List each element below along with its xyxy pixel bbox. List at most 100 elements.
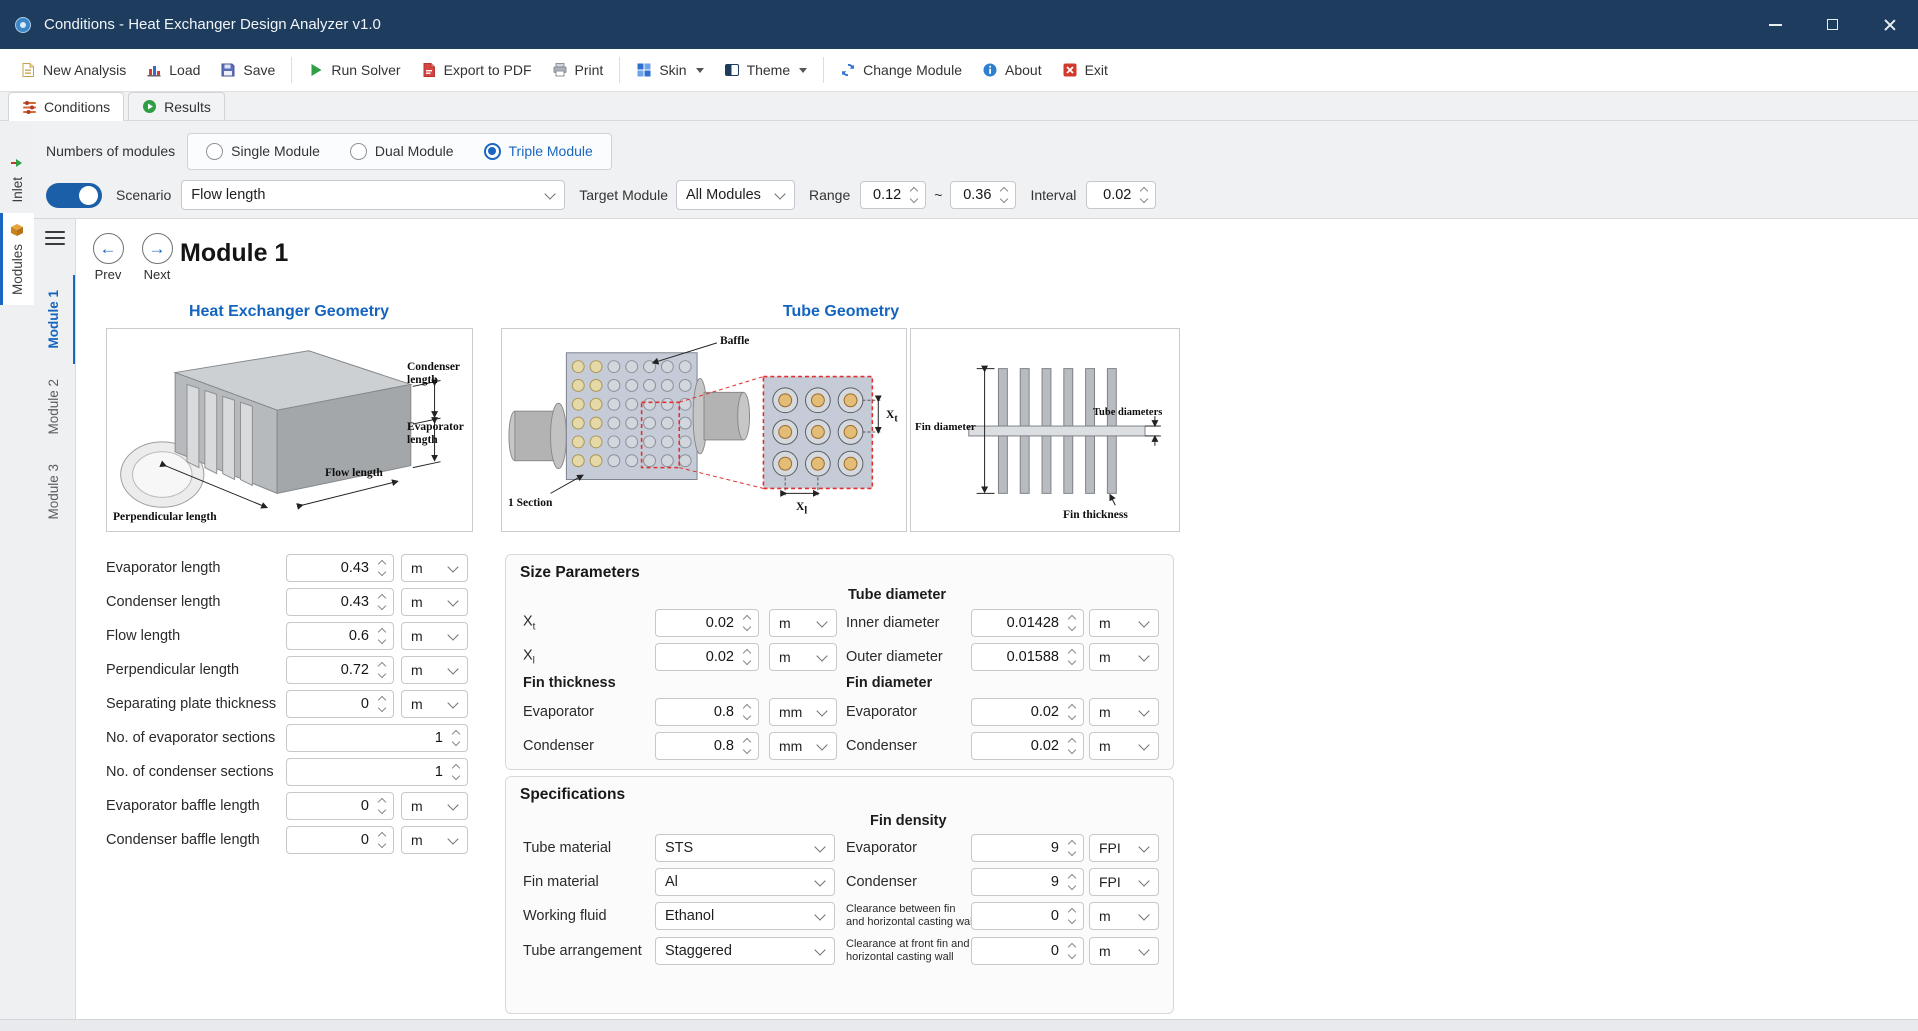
step-up-icon[interactable]	[910, 187, 918, 195]
tab-module-1[interactable]: Module 1	[34, 275, 75, 364]
export-pdf-button[interactable]: Export to PDF	[411, 54, 542, 86]
stepper-arrows[interactable]	[998, 188, 1010, 202]
step-down-icon[interactable]	[378, 602, 386, 610]
tab-results[interactable]: Results	[128, 92, 225, 120]
xt-unit-select[interactable]: m	[769, 609, 837, 637]
fin-diameter-evaporator-unit-select[interactable]: m	[1089, 698, 1159, 726]
load-button[interactable]: Load	[136, 54, 210, 86]
xl-unit-select[interactable]: m	[769, 643, 837, 671]
radio-dual-module[interactable]: Dual Module	[350, 143, 454, 160]
evaporator-baffle-length-unit-select[interactable]: m	[401, 792, 468, 820]
fin-diameter-evaporator-input[interactable]: 0.02	[971, 698, 1084, 726]
step-down-icon[interactable]	[743, 623, 751, 631]
step-down-icon[interactable]	[452, 738, 460, 746]
clearance-between-unit-select[interactable]: m	[1089, 902, 1159, 930]
print-button[interactable]: Print	[542, 54, 614, 86]
outer-diameter-input[interactable]: 0.01588	[971, 643, 1084, 671]
separating-plate-thickness-input[interactable]: 0	[286, 690, 394, 718]
stepper-arrows[interactable]	[741, 616, 753, 630]
stepper-arrows[interactable]	[450, 765, 462, 779]
scenario-select[interactable]: Flow length	[181, 180, 565, 210]
step-up-icon[interactable]	[1000, 187, 1008, 195]
fin-density-evaporator-input[interactable]: 9	[971, 834, 1084, 862]
condenser-sections-input[interactable]: 1	[286, 758, 468, 786]
stepper-arrows[interactable]	[741, 739, 753, 753]
step-down-icon[interactable]	[1068, 746, 1076, 754]
fin-thickness-evaporator-input[interactable]: 0.8	[655, 698, 759, 726]
scenario-toggle[interactable]	[46, 183, 102, 208]
fin-thickness-condenser-unit-select[interactable]: mm	[769, 732, 837, 760]
condenser-baffle-length-input[interactable]: 0	[286, 826, 394, 854]
step-down-icon[interactable]	[1068, 623, 1076, 631]
outer-diameter-unit-select[interactable]: m	[1089, 643, 1159, 671]
fin-density-condenser-input[interactable]: 9	[971, 868, 1084, 896]
skin-menu-button[interactable]: Skin	[626, 54, 713, 86]
stepper-arrows[interactable]	[1066, 875, 1078, 889]
stepper-arrows[interactable]	[1066, 944, 1078, 958]
next-arrow-icon[interactable]: →	[142, 233, 173, 264]
step-up-icon[interactable]	[1140, 187, 1148, 195]
change-module-button[interactable]: Change Module	[830, 54, 972, 86]
step-down-icon[interactable]	[1068, 882, 1076, 890]
step-down-icon[interactable]	[452, 772, 460, 780]
stepper-arrows[interactable]	[376, 663, 388, 677]
clearance-between-input[interactable]: 0	[971, 902, 1084, 930]
perpendicular-length-unit-select[interactable]: m	[401, 656, 468, 684]
clearance-front-unit-select[interactable]: m	[1089, 937, 1159, 965]
fin-thickness-evaporator-unit-select[interactable]: mm	[769, 698, 837, 726]
theme-menu-button[interactable]: Theme	[714, 54, 818, 86]
close-button[interactable]	[1861, 0, 1918, 49]
stepper-arrows[interactable]	[1066, 616, 1078, 630]
step-down-icon[interactable]	[1068, 848, 1076, 856]
fin-density-condenser-unit-select[interactable]: FPI	[1089, 868, 1159, 896]
stepper-arrows[interactable]	[1066, 705, 1078, 719]
working-fluid-select[interactable]: Ethanol	[655, 902, 835, 930]
stepper-arrows[interactable]	[741, 705, 753, 719]
step-down-icon[interactable]	[1068, 916, 1076, 924]
step-down-icon[interactable]	[743, 746, 751, 754]
prev-module-button[interactable]: ← Prev	[86, 233, 130, 282]
tube-material-select[interactable]: STS	[655, 834, 835, 862]
save-button[interactable]: Save	[210, 54, 285, 86]
step-down-icon[interactable]	[1068, 951, 1076, 959]
radio-triple-module[interactable]: Triple Module	[484, 143, 593, 160]
stepper-arrows[interactable]	[376, 595, 388, 609]
perpendicular-length-input[interactable]: 0.72	[286, 656, 394, 684]
stepper-arrows[interactable]	[376, 561, 388, 575]
separating-plate-thickness-unit-select[interactable]: m	[401, 690, 468, 718]
stepper-arrows[interactable]	[376, 833, 388, 847]
tab-conditions[interactable]: Conditions	[8, 92, 124, 121]
sidebar-tab-modules[interactable]: Modules	[0, 213, 34, 305]
stepper-arrows[interactable]	[1066, 909, 1078, 923]
range-from-input[interactable]: 0.12	[860, 181, 926, 209]
condenser-length-input[interactable]: 0.43	[286, 588, 394, 616]
stepper-arrows[interactable]	[1066, 739, 1078, 753]
step-down-icon[interactable]	[378, 704, 386, 712]
stepper-arrows[interactable]	[908, 188, 920, 202]
tab-module-2[interactable]: Module 2	[34, 364, 75, 450]
step-down-icon[interactable]	[910, 195, 918, 203]
run-solver-button[interactable]: Run Solver	[298, 54, 410, 86]
step-down-icon[interactable]	[378, 670, 386, 678]
stepper-arrows[interactable]	[376, 629, 388, 643]
evaporator-length-input[interactable]: 0.43	[286, 554, 394, 582]
radio-single-module[interactable]: Single Module	[206, 143, 320, 160]
new-analysis-button[interactable]: New Analysis	[10, 54, 136, 86]
condenser-length-unit-select[interactable]: m	[401, 588, 468, 616]
evaporator-sections-input[interactable]: 1	[286, 724, 468, 752]
fin-density-evaporator-unit-select[interactable]: FPI	[1089, 834, 1159, 862]
about-button[interactable]: About	[972, 54, 1052, 86]
stepper-arrows[interactable]	[1066, 650, 1078, 664]
evaporator-baffle-length-input[interactable]: 0	[286, 792, 394, 820]
flow-length-unit-select[interactable]: m	[401, 622, 468, 650]
xl-input[interactable]: 0.02	[655, 643, 759, 671]
stepper-arrows[interactable]	[376, 799, 388, 813]
minimize-button[interactable]	[1747, 0, 1804, 49]
step-down-icon[interactable]	[1140, 195, 1148, 203]
inner-diameter-unit-select[interactable]: m	[1089, 609, 1159, 637]
tab-module-3[interactable]: Module 3	[34, 449, 75, 535]
next-module-button[interactable]: → Next	[135, 233, 179, 282]
sidebar-tab-inlet[interactable]: Inlet	[0, 146, 34, 213]
step-down-icon[interactable]	[1000, 195, 1008, 203]
exit-button[interactable]: Exit	[1052, 54, 1118, 86]
